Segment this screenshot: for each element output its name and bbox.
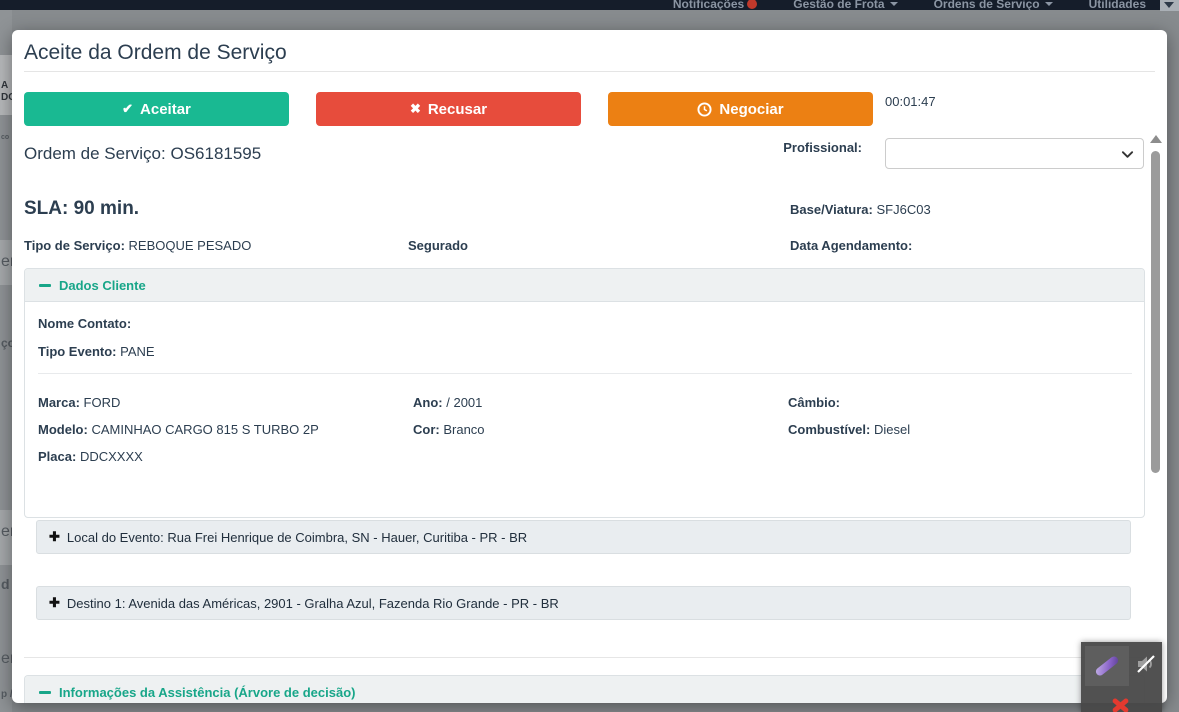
modelo-field: Modelo: CAMINHAO CARGO 815 S TURBO 2P [38,422,319,437]
call-widget [1081,642,1162,712]
order-number-line: Ordem de Serviço: OS6181595 [24,144,261,164]
info-assistencia-title: Informações da Assistência (Árvore de de… [59,684,356,700]
modal-scrollbar [1150,135,1162,675]
service-order-accept-modal: Aceite da Ordem de Serviço ✔ Aceitar ✖ R… [12,30,1167,703]
annotate-tool-button[interactable] [1085,646,1129,686]
chevron-down-icon [1121,151,1134,158]
section-divider [24,657,1145,658]
refuse-button[interactable]: ✖ Recusar [316,92,581,126]
sla-text: SLA: 90 min. [24,198,140,219]
negotiate-button-label: Negociar [719,100,784,118]
combustivel-field: Combustível: Diesel [788,422,911,437]
x-icon: ✖ [409,101,421,116]
mute-icon[interactable] [1134,652,1158,676]
caret-down-icon [889,2,898,6]
collapse-minus-icon [39,283,51,287]
cor-field: Cor: Branco [413,422,485,437]
placa-field: Placa: DDCXXXX [38,449,143,464]
base-viatura-field: Base/Viatura: SFJ6C03 [790,202,931,217]
clock-icon [697,101,712,117]
nav-items: Notificações Gestão de Frota Ordens de S… [673,0,1146,10]
nav-gestao-de-frota[interactable]: Gestão de Frota [793,0,898,10]
dados-cliente-title: Dados Cliente [59,277,146,293]
segurado-label: Segurado [408,238,468,253]
scrollbar-up-arrow-icon[interactable] [1150,135,1162,143]
check-icon: ✔ [122,101,134,116]
nav-notifications-label: Notificações [672,0,745,10]
header-divider [24,71,1155,72]
destino1-panel[interactable]: ✚ Destino 1: Avenida das Américas, 2901 … [36,586,1131,620]
nav-utilidades[interactable]: Utilidades [1089,0,1146,10]
info-assistencia-panel: Informações da Assistência (Árvore de de… [24,675,1145,703]
collapse-minus-icon [39,690,51,694]
countdown-timer: 00:01:47 [885,94,936,109]
data-agendamento-field: Data Agendamento: [790,238,913,253]
scroll-top-icon[interactable] [1160,0,1179,11]
ano-field: Ano: / 2001 [413,395,483,410]
dados-cliente-header[interactable]: Dados Cliente [25,269,1144,302]
notification-badge-icon [747,0,758,9]
refuse-button-label: Recusar [427,100,488,118]
dados-cliente-panel: Dados Cliente Nome Contato: Tipo Evento:… [24,268,1145,518]
cambio-field: Câmbio: [788,395,840,410]
caret-down-icon [1044,2,1053,6]
nav-notifications[interactable]: Notificações [672,0,758,10]
expand-plus-icon: ✚ [49,595,60,610]
nav-utilidades-label: Utilidades [1088,0,1146,10]
pen-icon [1094,654,1120,678]
accept-button-label: Aceitar [140,100,191,118]
scrollbar-thumb[interactable] [1151,151,1160,473]
local-evento-panel[interactable]: ✚ Local do Evento: Rua Frei Henrique de … [36,520,1131,554]
dimmed-background: A DO co er ço er d er p / [0,10,13,712]
hangup-icon[interactable] [1107,696,1133,712]
accept-button[interactable]: ✔ Aceitar [24,92,289,126]
order-label: Ordem de Serviço: [24,144,166,163]
nav-ordens-de-servico[interactable]: Ordens de Serviço [934,0,1053,10]
nav-gestao-label: Gestão de Frota [793,0,885,10]
nav-ordens-label: Ordens de Serviço [933,0,1040,10]
negotiate-button[interactable]: Negociar [608,92,873,126]
info-assistencia-header[interactable]: Informações da Assistência (Árvore de de… [25,676,1144,703]
local-evento-text: Local do Evento: Rua Frei Henrique de Co… [66,529,528,545]
destino1-text: Destino 1: Avenida das Américas, 2901 - … [66,595,559,611]
order-number: OS6181595 [170,144,262,163]
top-navbar: Notificações Gestão de Frota Ordens de S… [0,0,1179,10]
tipo-evento-field: Tipo Evento: PANE [38,344,155,359]
professional-label: Profissional: [783,140,862,155]
marca-field: Marca: FORD [38,395,121,410]
professional-select[interactable] [885,138,1144,169]
modal-title: Aceite da Ordem de Serviço [24,41,287,64]
panel-divider [38,373,1132,374]
expand-plus-icon: ✚ [49,529,60,544]
nome-contato-field: Nome Contato: [38,316,132,331]
tipo-servico-field: Tipo de Serviço: REBOQUE PESADO [24,238,252,253]
